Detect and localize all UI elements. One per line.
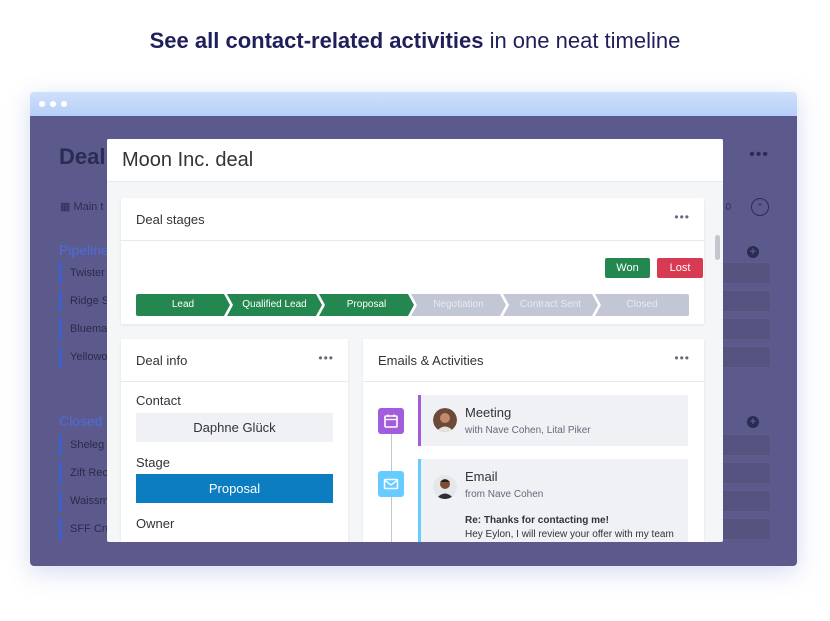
deal-stages-card: Deal stages ••• Won Lost Lead Qualified … bbox=[121, 198, 704, 324]
email-title: Email bbox=[465, 469, 498, 484]
window-dot bbox=[61, 101, 67, 107]
headline-rest: in one neat timeline bbox=[483, 28, 681, 53]
window-dot bbox=[39, 101, 45, 107]
contact-field[interactable]: Daphne Glück bbox=[136, 413, 333, 442]
board-cell bbox=[721, 518, 771, 540]
board-count: 0 bbox=[725, 202, 731, 213]
group-pipeline-title[interactable]: Pipeline bbox=[59, 242, 109, 258]
board-row[interactable]: Twister bbox=[59, 262, 109, 284]
modal-scrollbar[interactable] bbox=[715, 235, 720, 260]
meeting-participants: with Nave Cohen, Lital Piker bbox=[465, 425, 591, 436]
board-cell bbox=[721, 262, 771, 284]
board-row[interactable]: Waissm bbox=[59, 490, 109, 512]
activities-card: Emails & Activities ••• Meeting with Nav… bbox=[363, 339, 704, 542]
divider bbox=[363, 381, 704, 382]
window-dot bbox=[50, 101, 56, 107]
deal-info-menu-icon[interactable]: ••• bbox=[318, 351, 334, 365]
calendar-icon bbox=[378, 408, 404, 434]
board-row[interactable]: SFF Cru bbox=[59, 518, 109, 540]
email-subject: Re: Thanks for contacting me! bbox=[465, 515, 609, 526]
board-menu-icon[interactable]: ••• bbox=[749, 146, 769, 164]
stage-negotiation[interactable]: Negotiation bbox=[411, 294, 506, 316]
add-column-icon[interactable]: + bbox=[747, 246, 759, 258]
stage-pipeline: Lead Qualified Lead Proposal Negotiation… bbox=[136, 294, 689, 316]
contact-label: Contact bbox=[136, 393, 181, 408]
board-row[interactable]: Yellowo bbox=[59, 346, 109, 368]
board-cell bbox=[721, 346, 771, 368]
mail-icon bbox=[378, 471, 404, 497]
board-cell bbox=[721, 318, 771, 340]
deal-modal: Moon Inc. deal Deal stages ••• Won Lost … bbox=[107, 139, 723, 542]
board-cell bbox=[721, 290, 771, 312]
activities-title: Emails & Activities bbox=[378, 353, 484, 368]
board-row[interactable]: Zift Rec bbox=[59, 462, 109, 484]
modal-title: Moon Inc. deal bbox=[107, 139, 723, 182]
tab-main-table[interactable]: ▦ Main t bbox=[60, 200, 103, 213]
collapse-chevron-icon[interactable]: ⌃ bbox=[751, 198, 769, 216]
stage-label: Stage bbox=[136, 455, 170, 470]
deal-info-title: Deal info bbox=[136, 353, 188, 368]
group-closed-title[interactable]: Closed bbox=[59, 413, 103, 429]
headline: See all contact-related activities in on… bbox=[0, 28, 830, 54]
board-cell bbox=[721, 462, 771, 484]
stage-contract-sent[interactable]: Contract Sent bbox=[503, 294, 598, 316]
board-cell bbox=[721, 490, 771, 512]
board-row[interactable]: Bluema bbox=[59, 318, 109, 340]
stage-status-field[interactable]: Proposal bbox=[136, 474, 333, 503]
avatar bbox=[433, 408, 457, 432]
owner-label: Owner bbox=[136, 516, 175, 531]
board-row[interactable]: Ridge S bbox=[59, 290, 109, 312]
email-preview: Hey Eylon, I will review your offer with… bbox=[465, 529, 674, 540]
won-button[interactable]: Won bbox=[605, 258, 650, 278]
activities-menu-icon[interactable]: ••• bbox=[674, 351, 690, 365]
board-row[interactable]: Sheleg bbox=[59, 434, 109, 456]
window-titlebar bbox=[30, 92, 797, 116]
deal-stages-title: Deal stages bbox=[136, 212, 205, 227]
stage-closed[interactable]: Closed bbox=[595, 294, 689, 316]
stage-qualified-lead[interactable]: Qualified Lead bbox=[227, 294, 322, 316]
stage-proposal[interactable]: Proposal bbox=[319, 294, 414, 316]
divider bbox=[121, 381, 348, 382]
add-column-icon[interactable]: + bbox=[747, 416, 759, 428]
divider bbox=[121, 240, 704, 241]
email-item[interactable]: Email from Nave Cohen Re: Thanks for con… bbox=[418, 459, 688, 542]
meeting-item[interactable]: Meeting with Nave Cohen, Lital Piker bbox=[418, 395, 688, 446]
lost-button[interactable]: Lost bbox=[657, 258, 703, 278]
tab-main-table-label: Main t bbox=[73, 201, 104, 213]
deal-stages-menu-icon[interactable]: ••• bbox=[674, 210, 690, 224]
deal-info-card: Deal info ••• Contact Daphne Glück Stage… bbox=[121, 339, 348, 542]
stage-lead[interactable]: Lead bbox=[136, 294, 230, 316]
headline-bold: See all contact-related activities bbox=[149, 28, 484, 53]
avatar bbox=[433, 475, 457, 499]
board-cell bbox=[721, 434, 771, 456]
board-title: Deal bbox=[59, 144, 106, 169]
email-sender: from Nave Cohen bbox=[465, 489, 544, 500]
meeting-title: Meeting bbox=[465, 405, 512, 420]
